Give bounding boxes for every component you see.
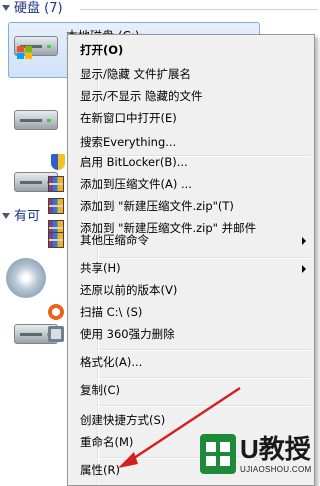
- watermark-brand: U教授: [240, 434, 311, 464]
- watermark-logo-icon: [200, 434, 236, 474]
- annotation-arrow: [118, 386, 241, 468]
- annotation-arrow-head: [118, 452, 138, 468]
- watermark: U教授 UJIAOSHOU.COM: [198, 432, 318, 484]
- watermark-url: UJIAOSHOU.COM: [240, 465, 312, 474]
